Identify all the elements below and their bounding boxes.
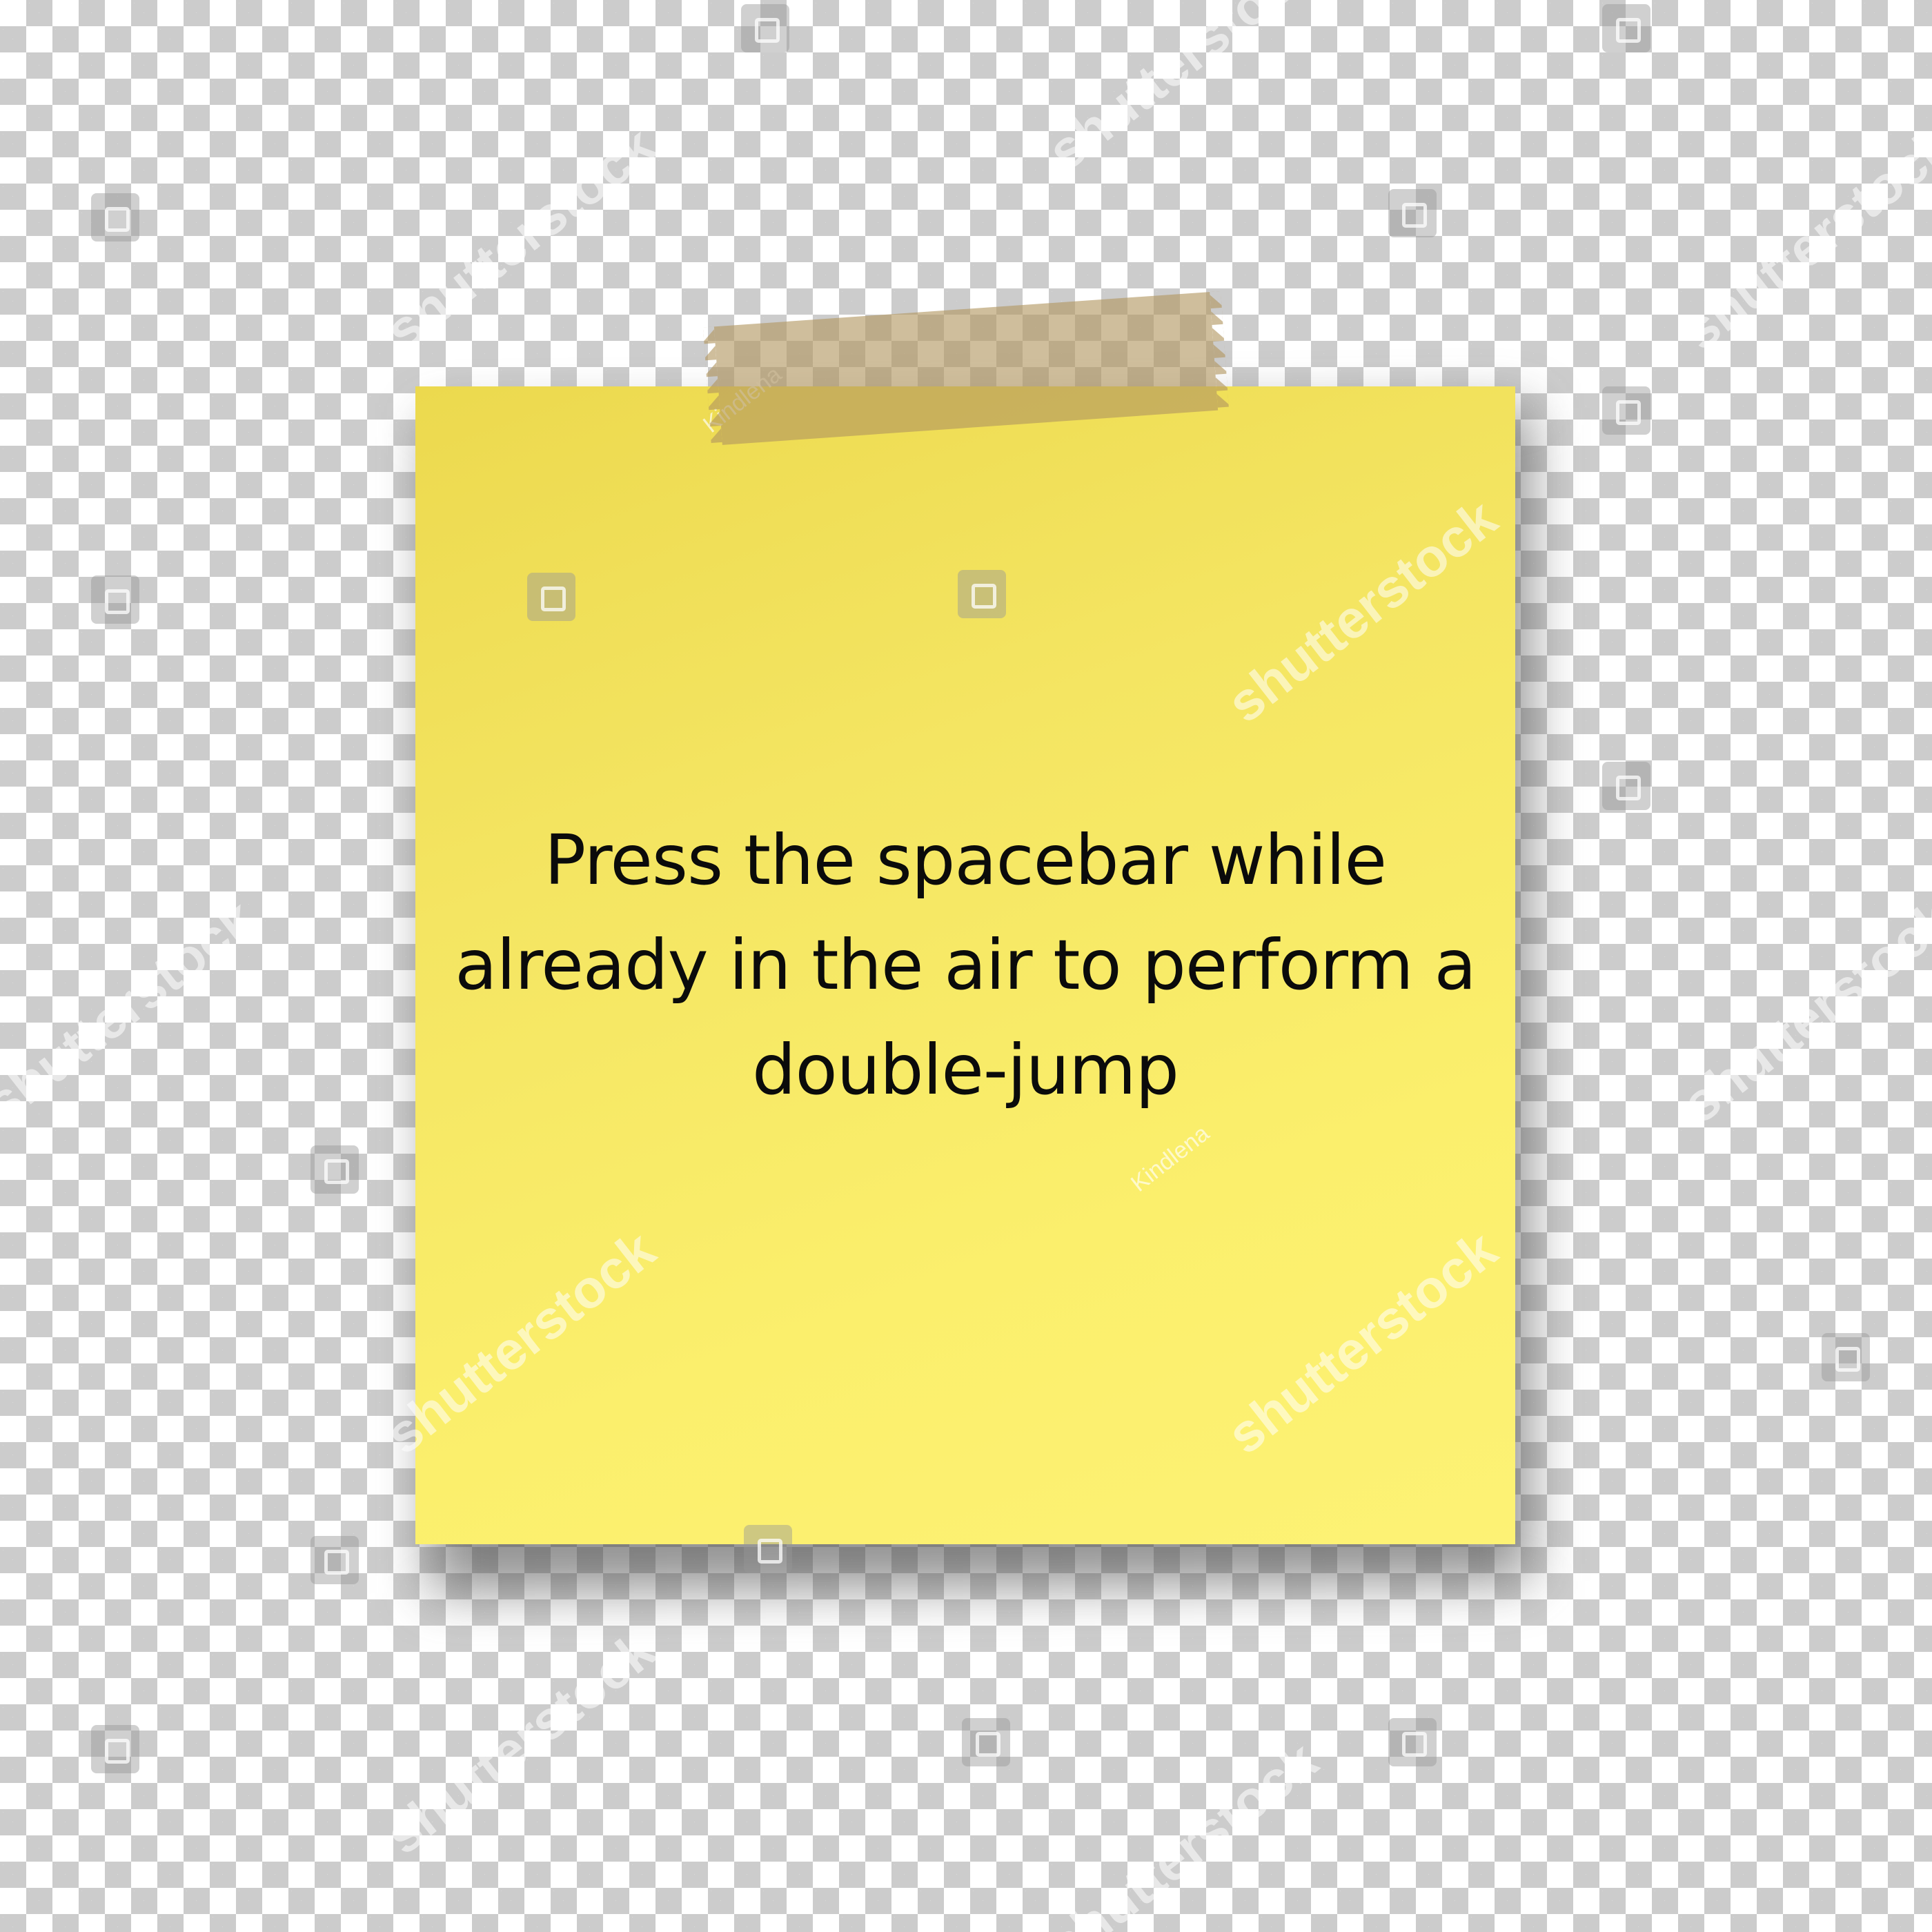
sticky-note: Press the spacebar while already in the …: [415, 386, 1515, 1544]
watermark-logo-icon: [1388, 1718, 1437, 1766]
watermark-text: shutterstock: [1671, 887, 1932, 1134]
watermark-text: shutterstock: [1036, 1729, 1329, 1932]
watermark-logo-icon: [962, 1718, 1010, 1766]
watermark-logo-icon: [1602, 4, 1650, 52]
watermark-logo-icon: [1822, 1333, 1870, 1381]
watermark-logo-icon: [741, 4, 789, 52]
watermark-logo-icon: [91, 193, 139, 241]
watermark-logo-icon: [1602, 386, 1650, 435]
watermark-text: shutterstock: [0, 887, 266, 1134]
watermark-text: shutterstock: [374, 1619, 667, 1866]
watermark-text: shutterstock: [374, 115, 667, 362]
watermark-text: shutterstock: [1671, 115, 1932, 362]
watermark-logo-icon: [744, 1525, 792, 1573]
watermark-logo-icon: [958, 570, 1006, 618]
watermark-logo-icon: [527, 573, 575, 621]
watermark-logo-icon: [1388, 189, 1437, 237]
watermark-logo-icon: [310, 1536, 359, 1584]
watermark-logo-icon: [310, 1145, 359, 1194]
watermark-logo-icon: [1602, 762, 1650, 810]
note-text: Press the spacebar while already in the …: [455, 820, 1477, 1110]
watermark-logo-icon: [91, 1725, 139, 1773]
watermark-text: shutterstock: [1036, 0, 1329, 182]
watermark-logo-icon: [91, 575, 139, 624]
